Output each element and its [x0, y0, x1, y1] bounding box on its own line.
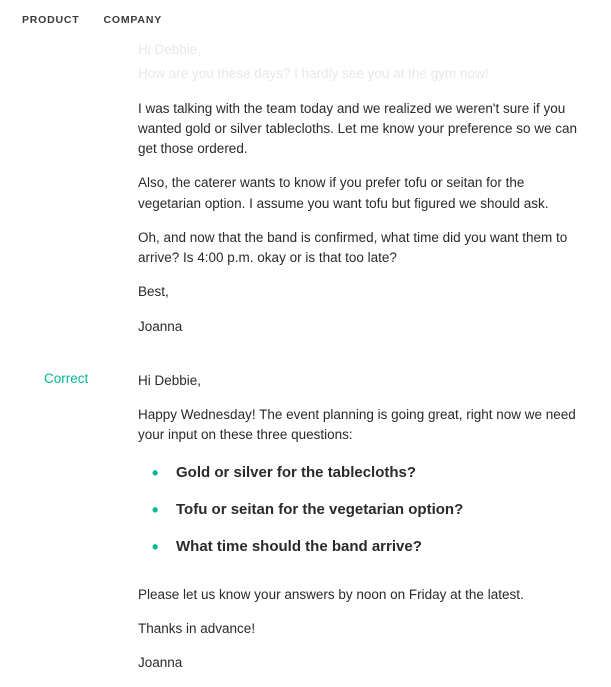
wrong-paragraph-2: Also, the caterer wants to know if you p… [138, 173, 579, 214]
nav-product[interactable]: PRODUCT [22, 14, 80, 26]
bullet-item-1: Gold or silver for the tablecloths? [152, 464, 579, 481]
correct-intro: Happy Wednesday! The event planning is g… [138, 405, 579, 446]
faded-line2: How are you these days? I hardly see you… [138, 64, 579, 84]
correct-example-row: Correct Hi Debbie, Happy Wednesday! The … [0, 371, 589, 687]
content-area: Hi Debbie, How are you these days? I har… [0, 40, 611, 687]
correct-signature: Joanna [138, 653, 579, 673]
correct-greeting: Hi Debbie, [138, 371, 579, 391]
faded-greeting: Hi Debbie, [138, 40, 579, 60]
nav-company[interactable]: COMPANY [104, 14, 163, 26]
top-nav: PRODUCT COMPANY [0, 0, 611, 40]
correct-label: Correct [0, 371, 138, 386]
wrong-example-row: Hi Debbie, How are you these days? I har… [0, 40, 589, 351]
wrong-body: Hi Debbie, How are you these days? I har… [138, 40, 589, 351]
wrong-closing: Best, [138, 282, 579, 302]
bullet-item-3: What time should the band arrive? [152, 538, 579, 555]
correct-body: Hi Debbie, Happy Wednesday! The event pl… [138, 371, 589, 687]
bullet-item-2: Tofu or seitan for the vegetarian option… [152, 501, 579, 518]
wrong-signature: Joanna [138, 317, 579, 337]
correct-outro: Please let us know your answers by noon … [138, 585, 579, 605]
wrong-paragraph-1: I was talking with the team today and we… [138, 99, 579, 160]
correct-thanks: Thanks in advance! [138, 619, 579, 639]
correct-bullets: Gold or silver for the tablecloths? Tofu… [138, 464, 579, 555]
wrong-paragraph-3: Oh, and now that the band is confirmed, … [138, 228, 579, 269]
